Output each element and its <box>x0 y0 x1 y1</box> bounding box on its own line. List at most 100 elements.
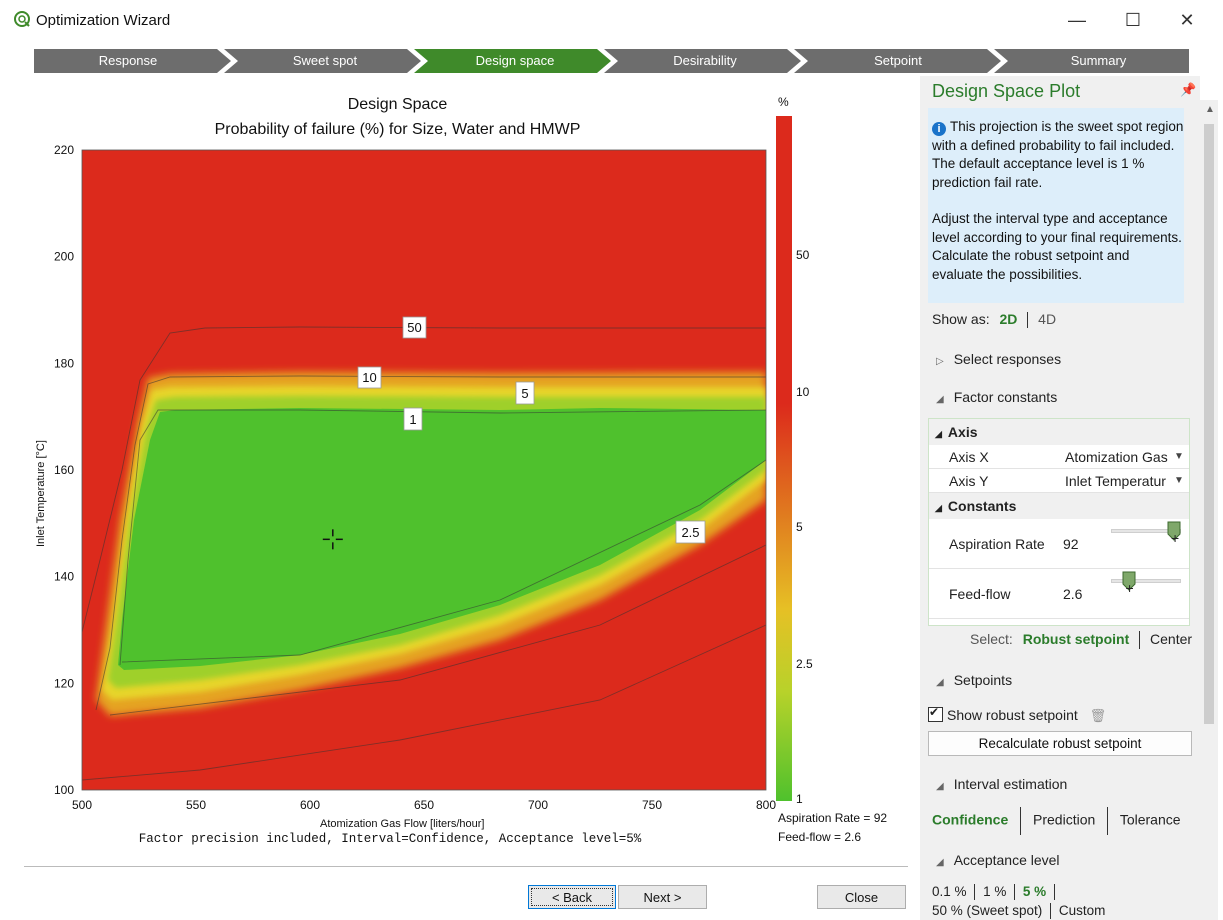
aspiration-rate-row: Aspiration Rate 92 + <box>929 519 1189 569</box>
show-robust-setpoint-label[interactable]: Show robust setpoint <box>947 707 1078 723</box>
setpoints-expander[interactable]: ◢ Setpoints <box>936 672 1012 688</box>
select-responses-expander[interactable]: ▷ Select responses <box>936 351 1061 367</box>
show-as-4d[interactable]: 4D <box>1038 311 1056 327</box>
info-paragraph-2: Adjust the interval type and acceptance … <box>932 211 1182 282</box>
x-tick-label: 800 <box>756 798 776 812</box>
contour-label-50: 50 <box>402 316 427 339</box>
axis-x-row: Axis X Atomization Gas ▼ <box>929 445 1189 469</box>
scrollbar-thumb[interactable] <box>1204 124 1214 724</box>
design-space-panel: Design Space Plot 📌 i This projection is … <box>920 76 1200 920</box>
step-summary[interactable]: Summary <box>1008 49 1189 73</box>
maximize-button[interactable]: ☐ <box>1110 6 1156 34</box>
contour-label-10: 10 <box>357 366 382 389</box>
x-tick-label: 700 <box>528 798 548 812</box>
pin-icon[interactable]: 📌 <box>1180 82 1196 98</box>
x-tick-label: 650 <box>414 798 434 812</box>
aspiration-rate-value[interactable]: 92 <box>1063 519 1079 569</box>
close-window-button[interactable]: ✕ <box>1164 6 1210 34</box>
chart-footer-note: Factor precision included, Interval=Conf… <box>138 832 642 846</box>
show-as-row: Show as: 2D 4D <box>932 311 1056 329</box>
axis-group-header[interactable]: ◢ Axis <box>929 419 1189 445</box>
back-button[interactable]: < Back <box>528 885 616 909</box>
info-box: i This projection is the sweet spot regio… <box>928 108 1184 303</box>
acceptance-options-row-2: 50 % (Sweet spot) Custom <box>932 903 1106 920</box>
colorbar-unit: % <box>778 95 789 109</box>
close-button[interactable]: Close <box>817 885 906 909</box>
interval-tolerance[interactable]: Tolerance <box>1120 812 1181 828</box>
x-tick-label: 500 <box>72 798 92 812</box>
next-button[interactable]: Next > <box>618 885 707 909</box>
axis-x-label: Axis X <box>949 449 989 465</box>
feed-flow-row: Feed-flow 2.6 + <box>929 569 1189 619</box>
interval-confidence[interactable]: Confidence <box>932 812 1008 828</box>
acceptance-50-sweet-spot[interactable]: 50 % (Sweet spot) <box>932 903 1042 918</box>
x-tick-label: 550 <box>186 798 206 812</box>
y-tick-label: 220 <box>54 143 74 157</box>
colorbar-tick-10: 10 <box>796 385 810 399</box>
info-paragraph-1: This projection is the sweet spot region… <box>932 119 1184 190</box>
window-title: Optimization Wizard <box>36 12 171 29</box>
scroll-up-icon[interactable]: ▲ <box>1205 104 1215 115</box>
contour-label-2-5: 2.5 <box>675 520 706 544</box>
show-robust-setpoint-checkbox[interactable] <box>928 705 943 722</box>
svg-text:5: 5 <box>521 386 528 401</box>
y-tick-label: 180 <box>54 356 74 370</box>
show-robust-setpoint-row: Show robust setpoint 🗑 <box>928 705 1107 724</box>
acceptance-0-1[interactable]: 0.1 % <box>932 884 967 899</box>
factor-property-grid: ◢ Axis Axis X Atomization Gas ▼ Axis Y In… <box>928 418 1190 626</box>
contour-regions <box>82 150 766 790</box>
svg-text:10: 10 <box>362 370 376 385</box>
axis-y-label: Axis Y <box>949 473 989 489</box>
chevron-down-icon[interactable]: ▼ <box>1174 469 1184 493</box>
x-axis: 500 550 600 650 700 750 800 <box>72 798 776 812</box>
select-center[interactable]: Center <box>1150 631 1192 647</box>
y-tick-label: 120 <box>54 676 74 690</box>
interval-prediction[interactable]: Prediction <box>1033 812 1095 828</box>
acceptance-options-row-1: 0.1 % 1 % 5 % <box>932 884 1059 901</box>
show-as-2d[interactable]: 2D <box>999 311 1017 327</box>
y-axis: 100 120 140 160 180 200 220 <box>54 143 74 797</box>
aspiration-rate-label: Aspiration Rate <box>949 536 1045 552</box>
select-setpoint-row: Select: Robust setpoint Center <box>970 631 1192 650</box>
axis-y-dropdown[interactable]: Inlet Temperatur <box>1065 469 1169 493</box>
y-tick-label: 140 <box>54 570 74 584</box>
colorbar <box>776 116 792 801</box>
axis-y-row: Axis Y Inlet Temperatur ▼ <box>929 469 1189 493</box>
feed-flow-plus-icon[interactable]: + <box>1126 581 1134 595</box>
panel-title: Design Space Plot <box>932 81 1081 101</box>
expanded-triangle-icon: ◢ <box>936 677 944 688</box>
acceptance-custom[interactable]: Custom <box>1059 903 1106 918</box>
colorbar-ticks: 50 10 5 2.5 1 <box>796 248 813 806</box>
interval-estimation-expander[interactable]: ◢ Interval estimation <box>936 776 1067 792</box>
feed-flow-value[interactable]: 2.6 <box>1063 569 1082 619</box>
chevron-down-icon[interactable]: ▼ <box>1174 445 1184 469</box>
collapsed-triangle-icon: ▷ <box>936 356 944 367</box>
constants-group-header[interactable]: ◢ Constants <box>929 493 1189 519</box>
title-bar: Optimization Wizard — ☐ ✕ <box>0 0 1223 40</box>
y-tick-label: 200 <box>54 250 74 264</box>
info-icon: i <box>932 122 946 136</box>
interval-options-row: Confidence Prediction Tolerance <box>932 807 1181 835</box>
design-space-chart[interactable]: 50 10 5 1 2.5 100120140160180200220 500 5… <box>0 40 900 830</box>
colorbar-tick-2-5: 2.5 <box>796 657 813 671</box>
factor-constants-expander[interactable]: ◢ Factor constants <box>936 389 1057 405</box>
minimize-button[interactable]: — <box>1054 6 1100 34</box>
feed-flow-label: Feed-flow <box>949 586 1011 602</box>
colorbar-tick-50: 50 <box>796 248 810 262</box>
show-as-label: Show as: <box>932 311 990 327</box>
select-label: Select: <box>970 631 1013 647</box>
x-axis-label: Atomization Gas Flow [liters/hour] <box>320 818 484 830</box>
acceptance-5[interactable]: 5 % <box>1023 884 1046 899</box>
acceptance-1[interactable]: 1 % <box>983 884 1006 899</box>
aspiration-plus-icon[interactable]: + <box>1171 531 1179 545</box>
select-robust-setpoint[interactable]: Robust setpoint <box>1023 631 1130 647</box>
acceptance-level-expander[interactable]: ◢ Acceptance level <box>936 852 1060 868</box>
y-tick-label: 160 <box>54 463 74 477</box>
axis-x-dropdown[interactable]: Atomization Gas <box>1065 445 1169 469</box>
svg-text:50: 50 <box>407 320 421 335</box>
recalculate-robust-setpoint-button[interactable]: Recalculate robust setpoint <box>928 731 1192 756</box>
expanded-triangle-icon: ◢ <box>936 857 944 868</box>
panel-scrollbar[interactable]: ▲ <box>1200 100 1218 920</box>
trash-icon[interactable]: 🗑 <box>1090 708 1107 723</box>
contour-label-5: 5 <box>515 381 535 405</box>
